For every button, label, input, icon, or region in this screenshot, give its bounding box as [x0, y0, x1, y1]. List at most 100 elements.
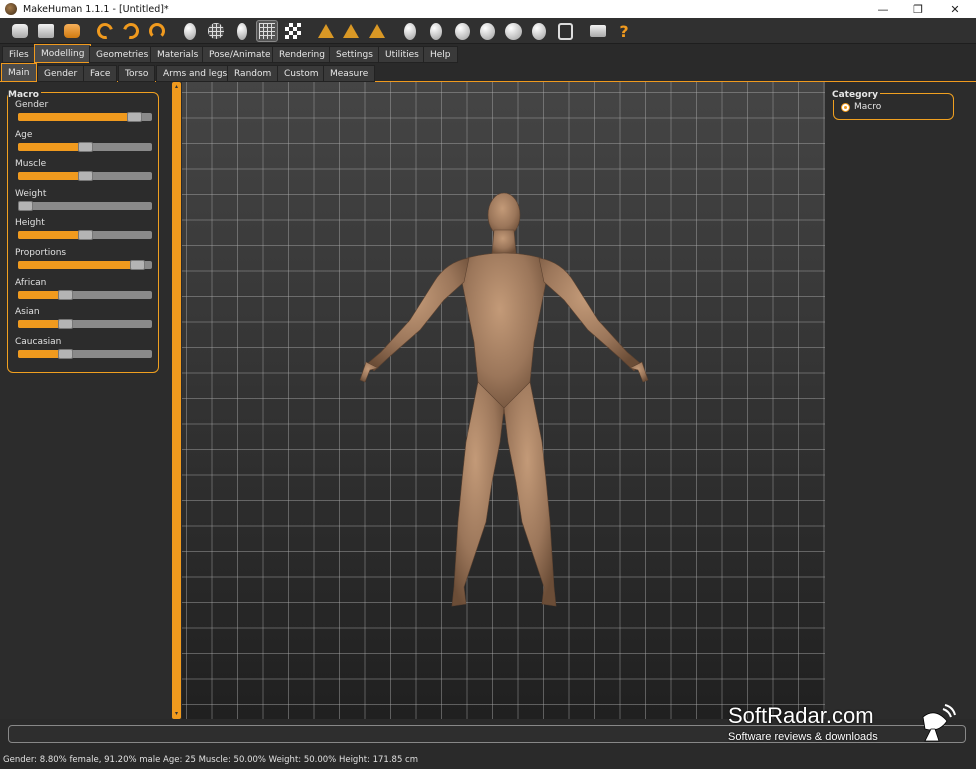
- category-radio-label: Macro: [854, 102, 882, 112]
- slider-gender[interactable]: Gender: [15, 100, 152, 122]
- tab-gender[interactable]: Gender: [37, 65, 85, 82]
- head-icon[interactable]: [451, 20, 473, 42]
- tab-files[interactable]: Files: [2, 46, 36, 63]
- macro-group: Macro Gender Age Muscle Weight Height Proport…: [7, 90, 159, 373]
- pose-icon[interactable]: [231, 20, 253, 42]
- slider-label: Muscle: [15, 159, 47, 170]
- slider-height[interactable]: Height: [15, 218, 152, 241]
- slider-track[interactable]: [18, 348, 152, 359]
- slider-handle[interactable]: [57, 289, 73, 300]
- app-icon: [5, 3, 17, 15]
- slider-fill: [18, 261, 138, 269]
- tab-materials[interactable]: Materials: [150, 46, 206, 63]
- category-group-title: Category: [832, 90, 881, 100]
- window-title: MakeHuman 1.1.1 - [Untitled]*: [23, 3, 169, 15]
- undo-icon[interactable]: [94, 20, 116, 42]
- new-icon[interactable]: [9, 20, 31, 42]
- help-icon[interactable]: ?: [613, 20, 635, 42]
- wireframe-icon[interactable]: [205, 20, 227, 42]
- reset-icon[interactable]: [146, 20, 168, 42]
- main-tab-bar: Files Modelling Geometries Materials Pos…: [0, 44, 976, 63]
- slider-track[interactable]: [18, 200, 152, 211]
- close-button[interactable]: ✕: [937, 0, 973, 18]
- tab-measure[interactable]: Measure: [323, 65, 376, 82]
- slider-track[interactable]: [18, 289, 152, 300]
- minimize-button[interactable]: —: [865, 0, 901, 18]
- slider-fill: [18, 142, 85, 151]
- face-side-icon[interactable]: [425, 20, 447, 42]
- slider-label: Gender: [15, 100, 49, 110]
- slider-track[interactable]: [18, 171, 152, 182]
- restore-button[interactable]: ❐: [900, 0, 936, 18]
- scroll-down-icon[interactable]: ▾: [173, 711, 180, 717]
- slider-label: Proportions: [15, 248, 67, 258]
- tab-pose-animate[interactable]: Pose/Animate: [202, 46, 278, 63]
- body-icon[interactable]: [502, 20, 524, 42]
- watermark-subtitle: Software reviews & downloads: [728, 731, 878, 743]
- macro-group-title: Macro: [8, 90, 41, 100]
- scroll-up-icon[interactable]: ▴: [173, 84, 180, 90]
- slider-handle[interactable]: [18, 200, 33, 211]
- slider-asian[interactable]: Asian: [15, 307, 152, 330]
- slider-label: Height: [15, 218, 45, 229]
- slider-handle[interactable]: [77, 141, 93, 152]
- 3d-viewport[interactable]: [182, 82, 825, 719]
- tab-main[interactable]: Main: [1, 63, 37, 82]
- face-front-icon[interactable]: [399, 20, 421, 42]
- radio-selected-icon[interactable]: [841, 102, 850, 112]
- tab-help[interactable]: Help: [423, 46, 458, 63]
- watermark: SoftRadar.com Software reviews & downloa…: [728, 703, 968, 745]
- tab-geometries[interactable]: Geometries: [89, 46, 156, 63]
- satellite-dish-icon: [922, 704, 956, 742]
- slider-muscle[interactable]: Muscle: [15, 159, 152, 182]
- slider-label: African: [15, 277, 47, 288]
- skull-icon[interactable]: [476, 20, 498, 42]
- back-view-icon[interactable]: [366, 20, 388, 42]
- slider-handle[interactable]: [57, 348, 73, 359]
- tab-utilities[interactable]: Utilities: [378, 46, 426, 63]
- side-view-icon[interactable]: [340, 20, 362, 42]
- legs-icon[interactable]: [528, 20, 550, 42]
- export-icon[interactable]: [61, 20, 83, 42]
- slider-fill: [18, 172, 85, 181]
- redo-icon[interactable]: [120, 20, 142, 42]
- reset-camera-icon[interactable]: [554, 20, 576, 42]
- slider-handle[interactable]: [57, 319, 73, 330]
- tab-modelling[interactable]: Modelling: [34, 44, 92, 63]
- slider-caucasian[interactable]: Caucasian: [15, 336, 152, 359]
- slider-proportions[interactable]: Proportions: [15, 248, 152, 270]
- slider-track[interactable]: [18, 230, 152, 241]
- slider-african[interactable]: African: [15, 277, 152, 300]
- status-text: Gender: 8.80% female, 91.20% male Age: 2…: [3, 755, 419, 765]
- slider-handle[interactable]: [126, 112, 142, 122]
- tab-random[interactable]: Random: [227, 65, 279, 82]
- tab-torso[interactable]: Torso: [118, 65, 156, 82]
- slider-track[interactable]: [18, 112, 152, 122]
- background-icon[interactable]: [282, 20, 304, 42]
- tab-custom[interactable]: Custom: [277, 65, 326, 82]
- right-panel: Category Macro: [825, 82, 976, 719]
- screenshot-icon[interactable]: [587, 20, 609, 42]
- slider-handle[interactable]: [77, 230, 93, 241]
- left-panel-scrollbar[interactable]: ▴ ▾: [172, 82, 181, 719]
- slider-age[interactable]: Age: [15, 129, 152, 152]
- grid-icon[interactable]: [256, 20, 278, 42]
- front-view-icon[interactable]: [315, 20, 337, 42]
- slider-handle[interactable]: [77, 171, 93, 182]
- slider-track[interactable]: [18, 141, 152, 152]
- tab-rendering[interactable]: Rendering: [272, 46, 332, 63]
- slider-track[interactable]: [18, 260, 152, 270]
- slider-handle[interactable]: [129, 260, 145, 270]
- category-radio-macro[interactable]: Macro: [841, 102, 881, 112]
- save-icon[interactable]: [35, 20, 57, 42]
- slider-fill: [18, 231, 85, 240]
- tab-face[interactable]: Face: [83, 65, 118, 82]
- slider-label: Caucasian: [15, 336, 62, 347]
- smooth-icon[interactable]: [179, 20, 201, 42]
- tab-settings[interactable]: Settings: [329, 46, 380, 63]
- slider-label: Age: [15, 129, 33, 140]
- slider-track[interactable]: [18, 319, 152, 330]
- tab-arms-and-legs[interactable]: Arms and legs: [156, 65, 235, 82]
- main-toolbar: ?: [0, 18, 976, 44]
- slider-weight[interactable]: Weight: [15, 189, 152, 211]
